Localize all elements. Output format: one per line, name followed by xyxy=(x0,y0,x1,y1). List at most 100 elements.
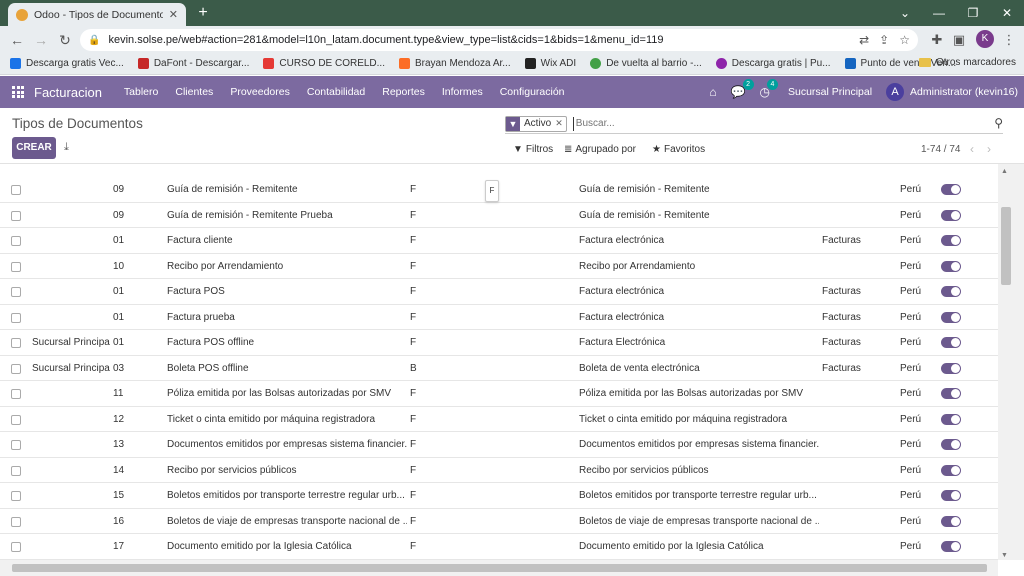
active-toggle[interactable] xyxy=(941,362,961,374)
messages-icon[interactable]: 💬 2 xyxy=(731,79,754,99)
back-icon[interactable]: ← xyxy=(8,31,26,49)
pager-previous-icon[interactable]: ‹ xyxy=(970,142,974,156)
active-toggle[interactable] xyxy=(941,286,961,297)
row-checkbox[interactable] xyxy=(11,516,21,527)
horizontal-scroll-thumb[interactable] xyxy=(12,564,987,572)
search-facet[interactable]: ▼ Activo ✕ xyxy=(505,115,567,132)
search-icon[interactable]: ⚲ xyxy=(994,116,1003,130)
menu-proveedores[interactable]: Proveedores xyxy=(230,86,290,98)
table-row[interactable]: 09 Guía de remisión - Remitente F Guía de r… xyxy=(0,177,998,203)
active-toggle[interactable] xyxy=(941,515,961,527)
table-row[interactable]: 11 Póliza emitida por las Bolsas autoriza… xyxy=(0,381,998,407)
row-checkbox[interactable] xyxy=(11,363,21,374)
company-switcher[interactable]: Sucursal Principal xyxy=(788,86,872,98)
table-row[interactable]: 12 Ticket o cinta emitido por máquina reg… xyxy=(0,407,998,432)
menu-clientes[interactable]: Clientes xyxy=(175,86,213,98)
row-checkbox[interactable] xyxy=(11,389,21,399)
side-panel-icon[interactable]: ▣ xyxy=(950,31,968,49)
more-options-icon[interactable]: ⋮ xyxy=(1000,31,1018,49)
groupby-button[interactable]: ≣ Agrupado por xyxy=(564,144,636,155)
bookmark-item[interactable]: DaFont - Descargar... xyxy=(137,58,249,69)
share-icon[interactable]: ⇪ xyxy=(879,33,889,47)
scroll-down-icon[interactable]: ▼ xyxy=(1001,552,1008,559)
menu-contabilidad[interactable]: Contabilidad xyxy=(307,86,365,98)
active-toggle[interactable] xyxy=(941,413,961,425)
row-checkbox[interactable] xyxy=(11,338,21,348)
url-text[interactable]: kevin.solse.pe/web#action=281&model=l10n… xyxy=(108,34,849,46)
forward-icon[interactable]: → xyxy=(32,31,50,49)
url-omnibox[interactable]: 🔒 kevin.solse.pe/web#action=281&model=l1… xyxy=(80,29,918,51)
home-icon[interactable]: ⌂ xyxy=(709,85,716,99)
reload-icon[interactable]: ↻ xyxy=(56,31,74,49)
user-avatar[interactable]: A xyxy=(886,83,905,101)
row-checkbox[interactable] xyxy=(11,312,21,323)
menu-informes[interactable]: Informes xyxy=(442,86,483,98)
search-input[interactable] xyxy=(572,116,1003,131)
table-row[interactable]: 01 Factura prueba F Factura electrónica Fact… xyxy=(0,305,998,330)
close-window-icon[interactable]: ✕ xyxy=(990,0,1024,26)
row-checkbox[interactable] xyxy=(11,287,21,297)
table-row[interactable]: Sucursal Principal 01 Factura POS offline F… xyxy=(0,330,998,356)
app-brand[interactable]: Facturacion xyxy=(34,85,102,100)
row-checkbox[interactable] xyxy=(11,414,21,425)
pager-next-icon[interactable]: › xyxy=(987,142,991,156)
row-checkbox[interactable] xyxy=(11,440,21,450)
new-tab-icon[interactable]: + xyxy=(194,4,212,22)
table-row[interactable]: 14 Recibo por servicios públicos F Recibo p… xyxy=(0,458,998,483)
table-row[interactable]: 01 Factura cliente F Factura electrónica Fac… xyxy=(0,228,998,254)
pager-value[interactable]: 1-74 / 74 xyxy=(921,144,960,155)
user-menu[interactable]: Administrator (kevin16) xyxy=(910,86,1018,98)
scroll-up-icon[interactable]: ▲ xyxy=(1001,168,1008,175)
restore-icon[interactable]: ❐ xyxy=(956,0,990,26)
activities-clock-icon[interactable]: ◷ 4 xyxy=(760,79,778,99)
table-row[interactable]: Sucursal Principal 03 Boleta POS offline B B… xyxy=(0,356,998,381)
row-checkbox[interactable] xyxy=(11,236,21,246)
active-toggle[interactable] xyxy=(941,184,961,195)
active-toggle[interactable] xyxy=(941,490,961,501)
bookmark-item[interactable]: Descarga gratis | Pu... xyxy=(715,58,831,69)
minimize-icon[interactable]: — xyxy=(922,0,956,26)
close-tab-icon[interactable]: ✕ xyxy=(169,8,178,21)
bookmark-item[interactable]: Wix ADI xyxy=(524,58,576,69)
row-checkbox[interactable] xyxy=(11,465,21,476)
row-checkbox[interactable] xyxy=(11,210,21,221)
menu-reportes[interactable]: Reportes xyxy=(382,86,425,98)
vertical-scroll-thumb[interactable] xyxy=(1001,207,1011,285)
table-row[interactable]: 01 Factura POS F Factura electrónica Factura… xyxy=(0,279,998,305)
bookmark-item[interactable]: Descarga gratis Vec... xyxy=(10,58,124,69)
menu-tablero[interactable]: Tablero xyxy=(124,86,158,98)
active-toggle[interactable] xyxy=(941,388,961,399)
table-row[interactable]: 13 Documentos emitidos por empresas siste… xyxy=(0,432,998,458)
active-toggle[interactable] xyxy=(941,439,961,450)
bookmark-star-icon[interactable]: ☆ xyxy=(899,33,910,47)
menu-configuracion[interactable]: Configuración xyxy=(500,86,565,98)
remove-facet-icon[interactable]: ✕ xyxy=(555,118,566,129)
translate-icon[interactable]: ⇄ xyxy=(859,33,869,47)
other-bookmarks[interactable]: Otros marcadores xyxy=(918,57,1016,68)
table-row[interactable]: 16 Boletos de viaje de empresas transport… xyxy=(0,509,998,534)
active-toggle[interactable] xyxy=(941,337,961,348)
active-toggle[interactable] xyxy=(941,541,961,552)
bookmark-item[interactable]: De vuelta al barrio -... xyxy=(590,58,702,69)
browser-tab[interactable]: Odoo - Tipos de Documentos ✕ xyxy=(8,3,186,26)
create-button[interactable]: CREAR xyxy=(12,137,56,159)
row-checkbox[interactable] xyxy=(11,261,21,272)
active-toggle[interactable] xyxy=(941,464,961,476)
tab-search-icon[interactable]: ⌄ xyxy=(888,0,922,26)
row-checkbox[interactable] xyxy=(11,542,21,552)
table-row[interactable]: 10 Recibo por Arrendamiento F Recibo por Ar… xyxy=(0,254,998,279)
table-row[interactable]: 15 Boletos emitidos por transporte terres… xyxy=(0,483,998,509)
table-row[interactable]: 09 Guía de remisión - Remitente Prueba F Gu… xyxy=(0,203,998,228)
filters-button[interactable]: ▼ Filtros xyxy=(513,144,553,155)
bookmark-item[interactable]: CURSO DE CORELD... xyxy=(263,58,385,69)
row-checkbox[interactable] xyxy=(11,185,21,195)
favorites-button[interactable]: ★ Favoritos xyxy=(652,144,705,155)
download-icon[interactable]: ⤓ xyxy=(64,141,69,154)
table-row[interactable]: 17 Documento emitido por la Iglesia Catól… xyxy=(0,534,998,560)
active-toggle[interactable] xyxy=(941,260,961,272)
row-checkbox[interactable] xyxy=(11,491,21,501)
extensions-icon[interactable]: ✚ xyxy=(928,31,946,49)
profile-avatar[interactable]: K xyxy=(976,30,994,48)
apps-grid-icon[interactable] xyxy=(12,86,24,98)
active-toggle[interactable] xyxy=(941,209,961,221)
